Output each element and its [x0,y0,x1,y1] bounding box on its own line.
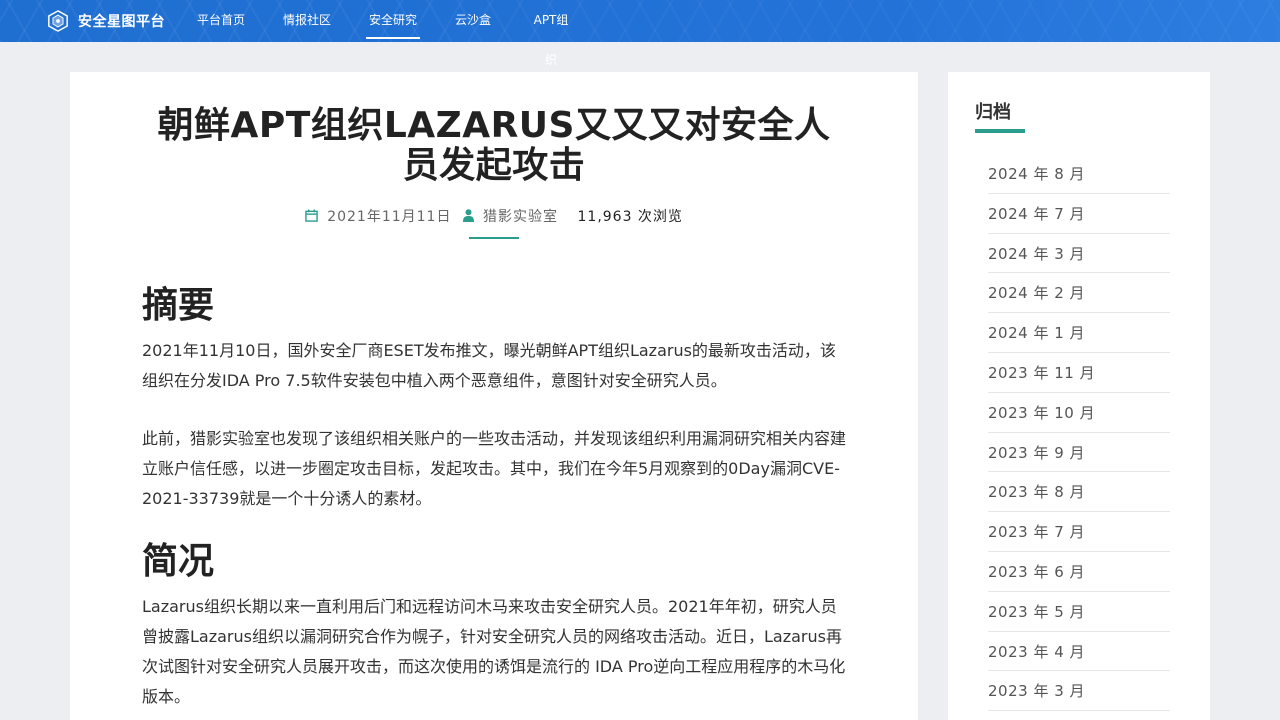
archive-item[interactable]: 2023 年 9 月 [988,433,1170,473]
nav-item-security-research[interactable]: 安全研究 [366,0,420,42]
archive-item[interactable]: 2024 年 1 月 [988,313,1170,353]
article-meta: 2021年11月11日 猎影实验室 11,963 次浏览 [70,206,918,226]
title-divider [469,237,519,239]
section-heading-overview: 简况 [142,541,215,582]
archive-title: 归档 [975,102,1011,123]
article-author[interactable]: 猎影实验室 [483,209,558,225]
brand-name: 安全星图平台 [78,14,165,30]
article-card: 朝鲜APT组织LAZARUS又又又对安全人员发起攻击 2021年11月11日 猎… [70,72,918,720]
nav-item-cloud-sandbox[interactable]: 云沙盒 [455,0,491,42]
archive-item[interactable]: 2024 年 3 月 [988,234,1170,274]
top-navbar: 安全星图平台 平台首页 情报社区 安全研究 云沙盒 APT组织 [0,0,1280,67]
calendar-icon [305,209,323,225]
nav-item-apt-groups[interactable]: APT组织 [529,0,573,67]
article-title: 朝鲜APT组织LAZARUS又又又对安全人员发起攻击 [157,105,831,186]
article-date: 2021年11月11日 [327,209,452,225]
archive-item[interactable]: 2024 年 2 月 [988,273,1170,314]
archive-item[interactable]: 2024 年 8 月 [988,154,1170,194]
paragraph-abstract: 2021年11月10日，国外安全厂商ESET发布推文，曝光朝鲜APT组织Laza… [142,341,836,390]
archive-sidebar: 归档 2024 年 8 月 2024 年 7 月 2024 年 3 月 2024… [948,72,1210,720]
archive-item[interactable]: 2023 年 11 月 [988,353,1170,393]
section-heading-abstract: 摘要 [142,285,215,326]
shield-logo-icon [48,10,68,32]
paragraph-overview: Lazarus组织长期以来一直利用后门和远程访问木马来攻击安全研究人员。2021… [142,597,846,706]
archive-item[interactable]: 2023 年 5 月 [988,592,1170,632]
article-views: 11,963 次浏览 [577,209,683,225]
archive-item[interactable]: 2023 年 7 月 [988,512,1170,552]
archive-title-underline [975,129,1025,133]
archive-item[interactable]: 2023 年 4 月 [988,632,1170,672]
archive-item[interactable]: 2023 年 8 月 [988,472,1170,513]
brand[interactable]: 安全星图平台 [47,10,165,32]
archive-list: 2024 年 8 月 2024 年 7 月 2024 年 3 月 2024 年 … [988,154,1170,712]
nav-item-home[interactable]: 平台首页 [197,0,245,42]
paragraph-background: 此前，猎影实验室也发现了该组织相关账户的一些攻击活动，并发现该组织利用漏洞研究相… [142,429,847,508]
nav-item-intel-community[interactable]: 情报社区 [283,0,331,42]
archive-item[interactable]: 2024 年 7 月 [988,194,1170,234]
archive-item[interactable]: 2023 年 10 月 [988,393,1170,433]
archive-item[interactable]: 2023 年 6 月 [988,552,1170,592]
archive-item[interactable]: 2023 年 3 月 [988,671,1170,712]
user-icon [462,209,479,225]
